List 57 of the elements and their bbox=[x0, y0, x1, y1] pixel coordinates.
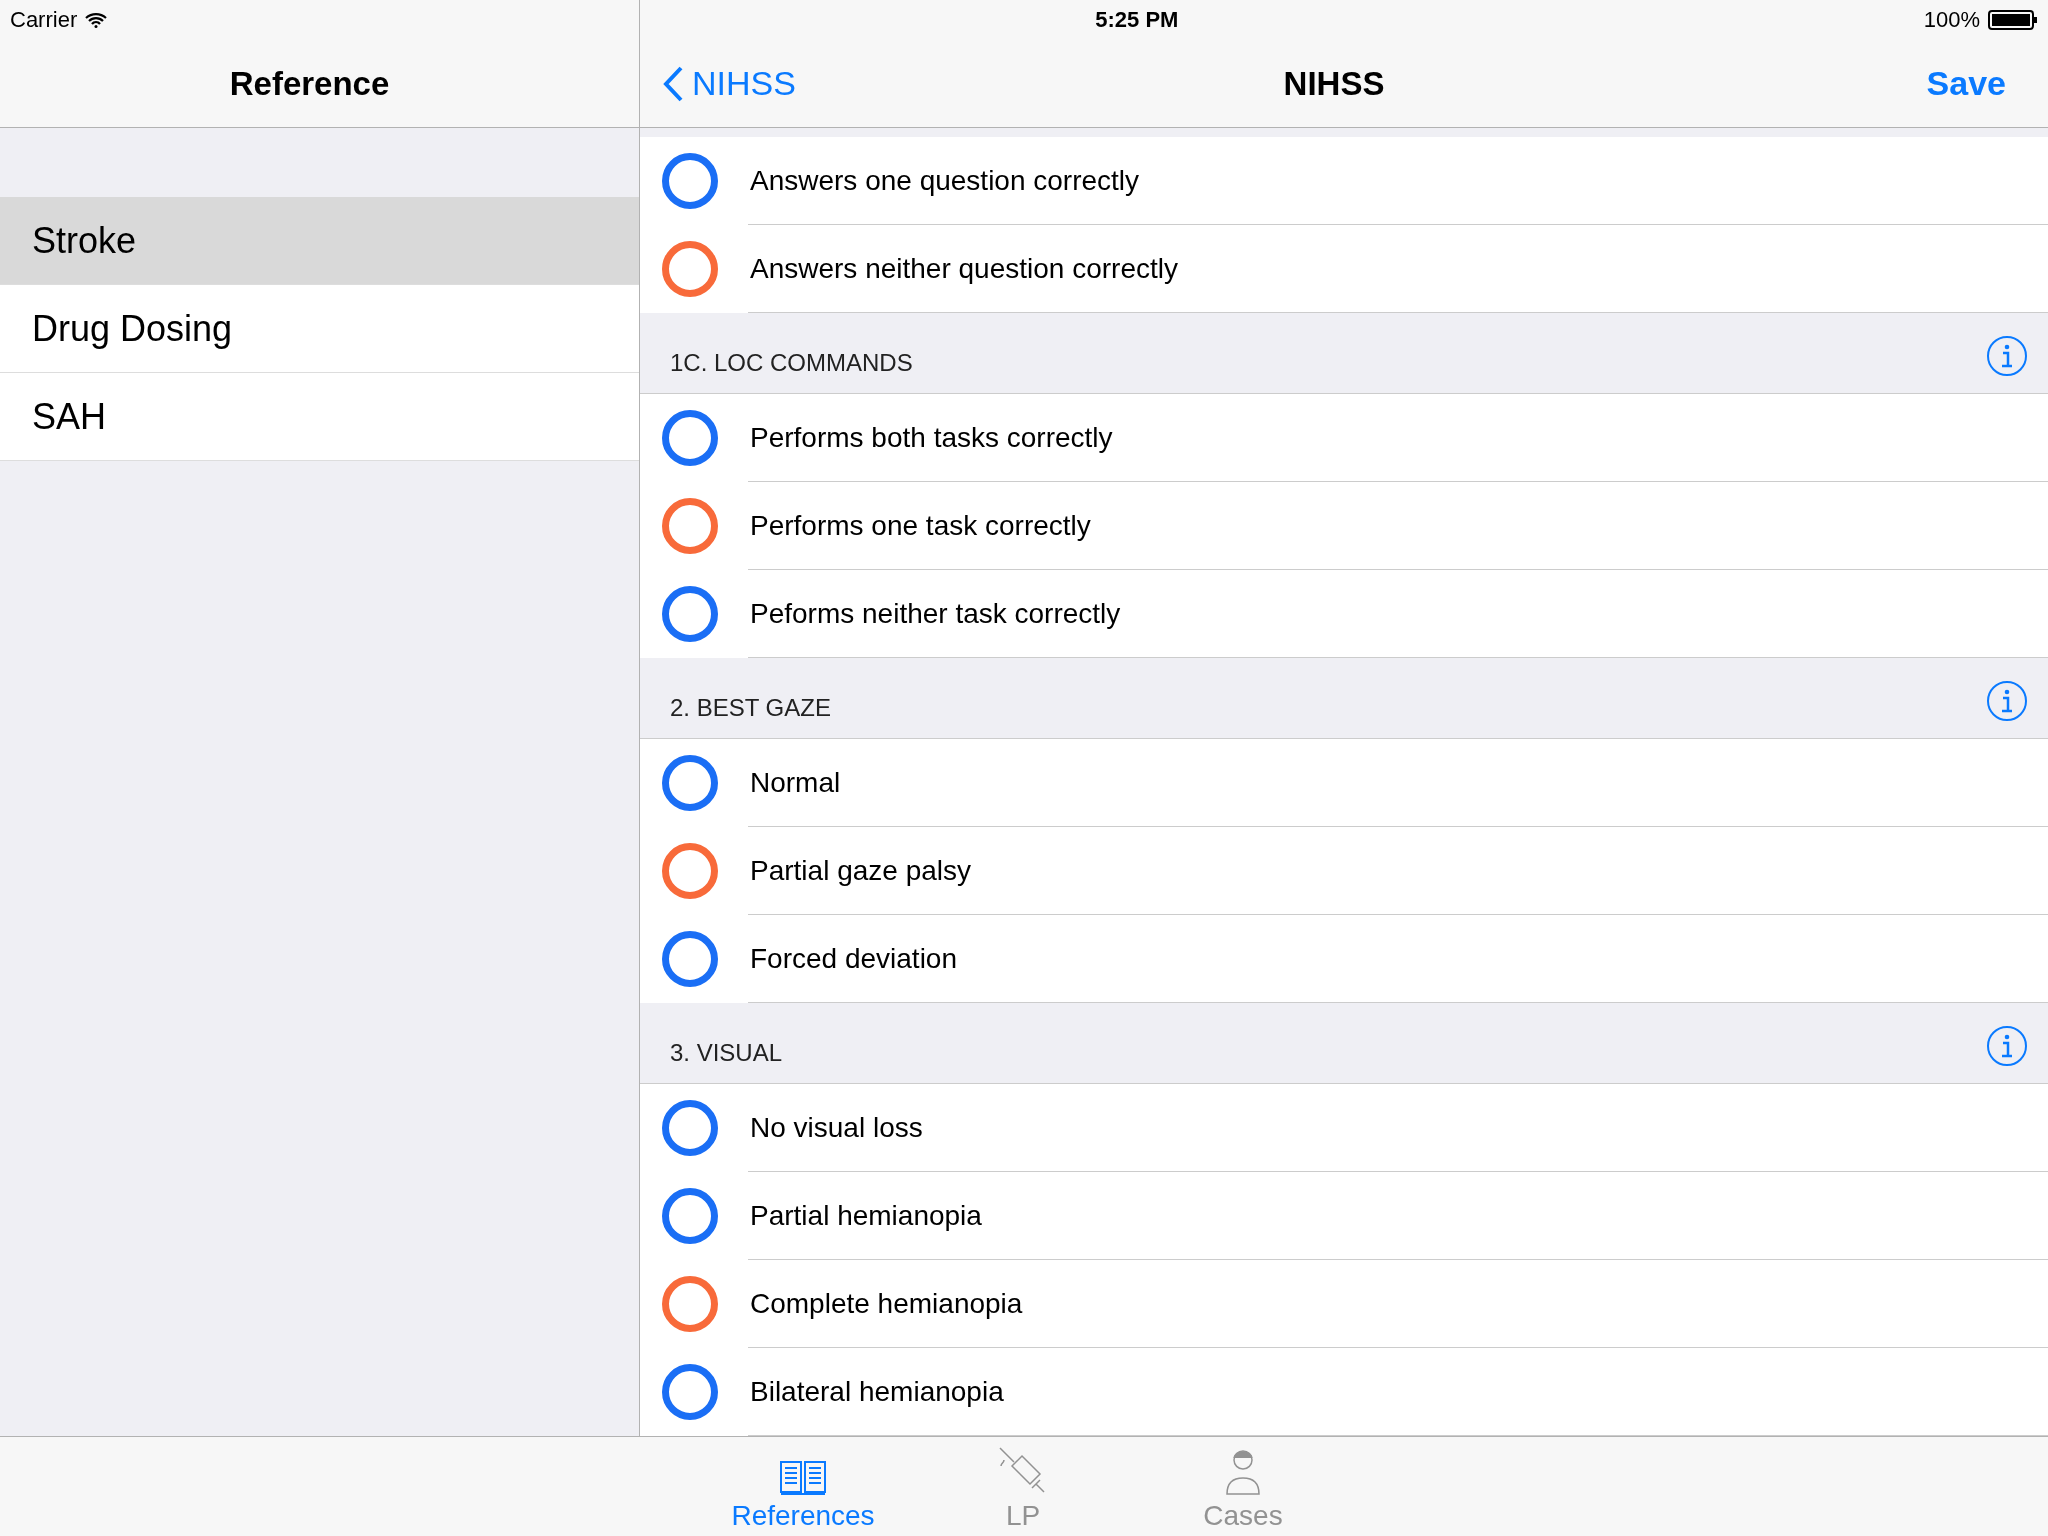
battery-label: 100% bbox=[1923, 7, 1980, 33]
option-row[interactable]: Answers neither question correctly bbox=[640, 225, 2048, 313]
sidebar-item[interactable]: SAH bbox=[0, 373, 639, 461]
option-row[interactable]: Bilateral hemianopia bbox=[640, 1348, 2048, 1436]
option-row[interactable]: Peforms neither task correctly bbox=[640, 570, 2048, 658]
sidebar-title: Reference bbox=[229, 64, 390, 103]
option-label: Bilateral hemianopia bbox=[750, 1376, 1004, 1408]
radio-ring[interactable] bbox=[662, 755, 718, 811]
radio-ring[interactable] bbox=[662, 1364, 718, 1420]
book-icon bbox=[779, 1458, 827, 1496]
option-label: No visual loss bbox=[750, 1112, 923, 1144]
option-row[interactable]: No visual loss bbox=[640, 1084, 2048, 1172]
radio-ring[interactable] bbox=[662, 153, 718, 209]
info-icon[interactable] bbox=[1986, 680, 2028, 722]
option-label: Answers neither question correctly bbox=[750, 253, 1178, 285]
option-label: Performs both tasks correctly bbox=[750, 422, 1113, 454]
radio-ring[interactable] bbox=[662, 931, 718, 987]
section-header: 3. VISUAL bbox=[670, 1039, 783, 1067]
option-row[interactable]: Partial gaze palsy bbox=[640, 827, 2048, 915]
radio-ring[interactable] bbox=[662, 410, 718, 466]
section-header: 2. BEST GAZE bbox=[670, 694, 831, 722]
sidebar-item[interactable]: Stroke bbox=[0, 197, 639, 285]
option-row[interactable]: Normal bbox=[640, 739, 2048, 827]
save-button[interactable]: Save bbox=[1926, 64, 2006, 103]
radio-ring[interactable] bbox=[662, 1276, 718, 1332]
radio-ring[interactable] bbox=[662, 498, 718, 554]
option-row[interactable]: Partial hemianopia bbox=[640, 1172, 2048, 1260]
radio-ring[interactable] bbox=[662, 586, 718, 642]
option-row[interactable]: Performs both tasks correctly bbox=[640, 394, 2048, 482]
wifi-icon bbox=[85, 12, 108, 28]
radio-ring[interactable] bbox=[662, 1188, 718, 1244]
info-icon[interactable] bbox=[1986, 335, 2028, 377]
battery-icon bbox=[1988, 9, 2038, 31]
nav-title: NIHSS bbox=[1283, 64, 1385, 103]
carrier-label: Carrier bbox=[10, 7, 78, 33]
radio-ring[interactable] bbox=[662, 241, 718, 297]
option-label: Peforms neither task correctly bbox=[750, 598, 1121, 630]
info-icon[interactable] bbox=[1986, 1025, 2028, 1067]
option-label: Complete hemianopia bbox=[750, 1288, 1023, 1320]
radio-ring[interactable] bbox=[662, 843, 718, 899]
chevron-left-icon bbox=[662, 64, 684, 103]
sidebar-item[interactable]: Drug Dosing bbox=[0, 285, 639, 373]
option-row[interactable]: Forced deviation bbox=[640, 915, 2048, 1003]
option-row[interactable]: Answers one question correctly bbox=[640, 137, 2048, 225]
option-label: Performs one task correctly bbox=[750, 510, 1091, 542]
back-button[interactable]: NIHSS bbox=[662, 64, 796, 103]
option-label: Forced deviation bbox=[750, 943, 957, 975]
option-label: Partial gaze palsy bbox=[750, 855, 971, 887]
option-label: Normal bbox=[750, 767, 841, 799]
section-header: 1C. LOC COMMANDS bbox=[670, 349, 913, 377]
option-label: Partial hemianopia bbox=[750, 1200, 982, 1232]
status-time: 5:25 PM bbox=[1095, 7, 1179, 33]
option-label: Answers one question correctly bbox=[750, 165, 1140, 197]
option-row[interactable]: Complete hemianopia bbox=[640, 1260, 2048, 1348]
option-row[interactable]: Performs one task correctly bbox=[640, 482, 2048, 570]
radio-ring[interactable] bbox=[662, 1100, 718, 1156]
tab-item[interactable]: References bbox=[723, 1437, 883, 1536]
